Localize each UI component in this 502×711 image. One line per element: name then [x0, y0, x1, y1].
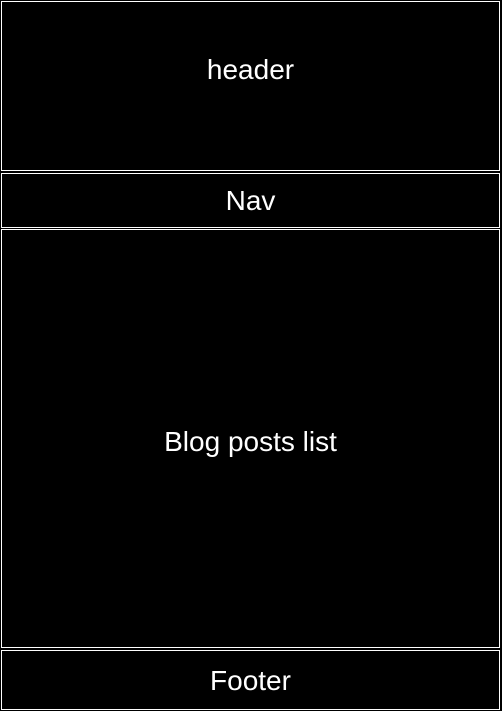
nav-label: Nav — [225, 184, 276, 216]
header-block: header — [1, 1, 500, 171]
blog-posts-list-block: Blog posts list — [1, 229, 500, 648]
nav-block: Nav — [1, 173, 500, 228]
footer-block: Footer — [1, 650, 500, 710]
footer-label: Footer — [210, 665, 291, 696]
blog-posts-list-label: Blog posts list — [164, 425, 337, 457]
header-label: header — [206, 54, 295, 85]
